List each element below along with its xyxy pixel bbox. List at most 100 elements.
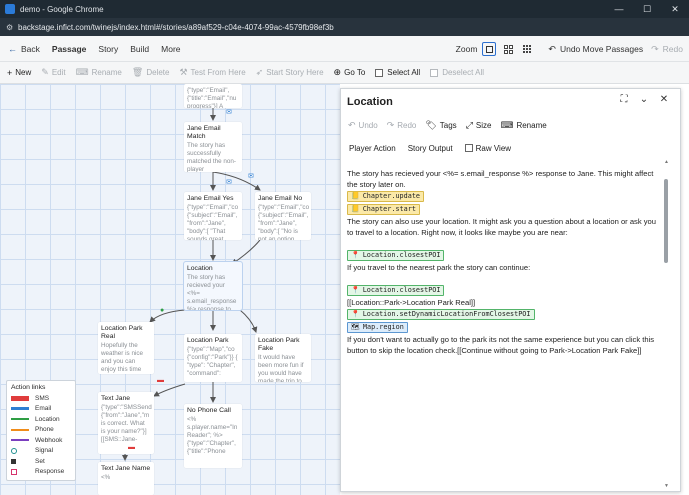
location-pin-icon: 📍 <box>351 286 360 294</box>
redo-button[interactable]: ↷ Redo <box>651 44 683 55</box>
legend-item: SMS <box>11 393 71 404</box>
dialog-scrollbar[interactable]: ▲ ▼ <box>663 159 670 489</box>
close-dialog-icon[interactable]: ✕ <box>654 94 674 105</box>
zoom-label: Zoom <box>455 44 478 54</box>
passage-card[interactable]: Text Jane Name <% <box>98 462 154 495</box>
legend-label: Signal <box>35 447 54 455</box>
macro-chip[interactable]: 📍 Location.closestPOI <box>347 285 445 296</box>
size-button[interactable]: ⤢ Size <box>466 120 492 131</box>
tags-button[interactable]: 🏷 Tags <box>425 120 456 131</box>
passage-card[interactable]: {"type":"Email", {"title":"Email","nu pr… <box>184 84 242 108</box>
minimize-icon[interactable]: — <box>605 0 633 18</box>
back-button[interactable]: ← Back <box>8 44 40 54</box>
email-icon: ✉ <box>226 179 232 186</box>
passage-card[interactable]: Location Park Real Hopefully the weather… <box>98 322 154 374</box>
passage-card[interactable]: Jane Email No {"type":"Email","co {"subj… <box>255 192 311 240</box>
edit-button[interactable]: ✎ Edit <box>41 67 65 78</box>
passage-title: Jane Email Match <box>187 125 221 140</box>
scroll-down-icon[interactable]: ▼ <box>663 483 670 489</box>
macro-chip[interactable]: 📒 Chapter.start <box>347 204 420 215</box>
passage-card[interactable]: Jane Email Match The story has successfu… <box>184 122 242 172</box>
passage-text[interactable]: The story has recieved your <%= s.email_… <box>347 168 663 486</box>
passage-card[interactable]: No Phone Call <% s.player.name="In Reade… <box>184 404 242 468</box>
passage-title: Location <box>187 265 213 272</box>
legend-title: Action links <box>11 384 46 391</box>
address-bar[interactable]: ⚙ backstage.infict.com/twinejs/index.htm… <box>0 18 689 36</box>
chip-label: Location.setDynamicLocationFromClosestPO… <box>362 310 531 318</box>
rename-button[interactable]: ⌨ Rename <box>76 67 122 78</box>
go-to-button[interactable]: ⊕ Go To <box>334 67 366 78</box>
chip-label: Map.region <box>362 323 404 331</box>
maximize-icon[interactable]: ☐ <box>633 0 661 18</box>
passage-excerpt: It would have been more fun if you would… <box>258 354 304 382</box>
tab-more-label: More <box>161 43 181 54</box>
passage-card[interactable]: Location Park {"type":"Map","co {"config… <box>184 334 242 382</box>
tab-build-label: Build <box>130 43 150 54</box>
dialog-toolbar: ↶ Undo ↷ Redo 🏷 Tags ⤢ Size ⌨ Rename <box>341 117 549 133</box>
signal-icon <box>11 447 17 454</box>
dialog-undo-button[interactable]: ↶ Undo <box>348 120 378 131</box>
zoom-60-button[interactable] <box>501 42 515 56</box>
passage-card[interactable]: Jane Email Yes {"type":"Email","co {"sub… <box>184 192 242 240</box>
legend-item: Phone <box>11 425 71 436</box>
passage-card-selected[interactable]: Location The story has recieved your <%=… <box>183 261 243 311</box>
deselect-all-button[interactable]: Deselect All <box>430 68 484 77</box>
tag-icon: 🏷 <box>425 119 437 130</box>
passage-title: Text Jane <box>101 395 131 402</box>
new-passage-button[interactable]: + New <box>7 68 31 78</box>
tab-more[interactable]: More <box>161 44 180 54</box>
tab-player-action[interactable]: Player Action <box>349 144 396 153</box>
passage-title: Location Park Fake <box>258 337 300 352</box>
top-nav: ← Back Passage Story Build More Zoom ↶ U… <box>0 36 689 62</box>
story-map[interactable]: {"type":"Email", {"title":"Email","nu pr… <box>0 84 340 495</box>
location-icon <box>11 418 29 421</box>
passage-excerpt: {"type":"SMSSend {"from":"Jane","m is co… <box>101 404 152 443</box>
tab-story-output[interactable]: Story Output <box>408 144 453 153</box>
delete-label: Delete <box>146 68 170 77</box>
macro-chip[interactable]: 🗺 Map.region <box>347 322 408 333</box>
passage-card[interactable]: Text Jane {"type":"SMSSend {"from":"Jane… <box>98 392 154 454</box>
zoom-30-button[interactable] <box>520 42 534 56</box>
legend-label: Webhook <box>35 436 63 444</box>
checkbox-icon <box>464 143 473 152</box>
chip-label: Chapter.update <box>362 192 421 200</box>
sms-icon: ▬ <box>157 377 164 384</box>
email-icon: ✉ <box>248 173 254 180</box>
dialog-redo-button[interactable]: ↷ Redo <box>387 120 417 131</box>
maximize-dialog-icon[interactable]: ⛶ <box>614 94 634 105</box>
url-text[interactable]: backstage.infict.com/twinejs/index.html#… <box>18 23 334 32</box>
macro-chip[interactable]: 📍 Location.closestPOI <box>347 250 445 261</box>
zoom-100-button[interactable] <box>482 42 497 56</box>
redo-label: Redo <box>397 120 417 130</box>
dialog-header: Location ⛶ ⌄ ✕ <box>341 89 680 115</box>
scroll-up-icon[interactable]: ▲ <box>663 159 670 165</box>
macro-chip[interactable]: 📒 Chapter.update <box>347 191 425 202</box>
tab-build[interactable]: Build <box>130 44 149 54</box>
select-all-button[interactable]: Select All <box>375 68 420 77</box>
tab-passage[interactable]: Passage <box>52 44 87 54</box>
tab-passage-label: Passage <box>51 43 87 54</box>
close-window-icon[interactable]: ✕ <box>661 0 689 18</box>
grid-9-icon <box>523 45 532 53</box>
raw-view-toggle[interactable]: Raw View <box>464 143 511 153</box>
map-icon: 🗺 <box>351 323 360 331</box>
tab-story-label: Story <box>98 43 119 54</box>
passage-card[interactable]: Location Park Fake It would have been mo… <box>255 334 311 382</box>
site-info-icon[interactable]: ⚙ <box>6 23 16 32</box>
macro-chip[interactable]: 📍 Location.setDynamicLocationFromClosestP… <box>347 309 535 320</box>
passage-title: No Phone Call <box>187 407 231 414</box>
tab-story[interactable]: Story <box>98 44 118 54</box>
rename-label: Rename <box>516 120 547 130</box>
deselect-all-icon <box>430 68 439 77</box>
start-story-here-button[interactable]: ➶ Start Story Here <box>256 67 324 78</box>
square-icon <box>485 45 493 53</box>
dialog-rename-button[interactable]: ⌨ Rename <box>500 120 546 131</box>
collapse-dialog-icon[interactable]: ⌄ <box>634 94 654 105</box>
test-from-here-button[interactable]: ⚒ Test From Here <box>179 67 245 78</box>
delete-button[interactable]: 🗑 Delete <box>132 67 170 78</box>
email-icon <box>11 407 29 411</box>
undo-button[interactable]: ↶ Undo Move Passages <box>548 44 643 55</box>
legend-item: Signal <box>11 446 71 457</box>
scrollbar-thumb[interactable] <box>664 179 668 263</box>
grid-4-icon <box>503 44 513 54</box>
